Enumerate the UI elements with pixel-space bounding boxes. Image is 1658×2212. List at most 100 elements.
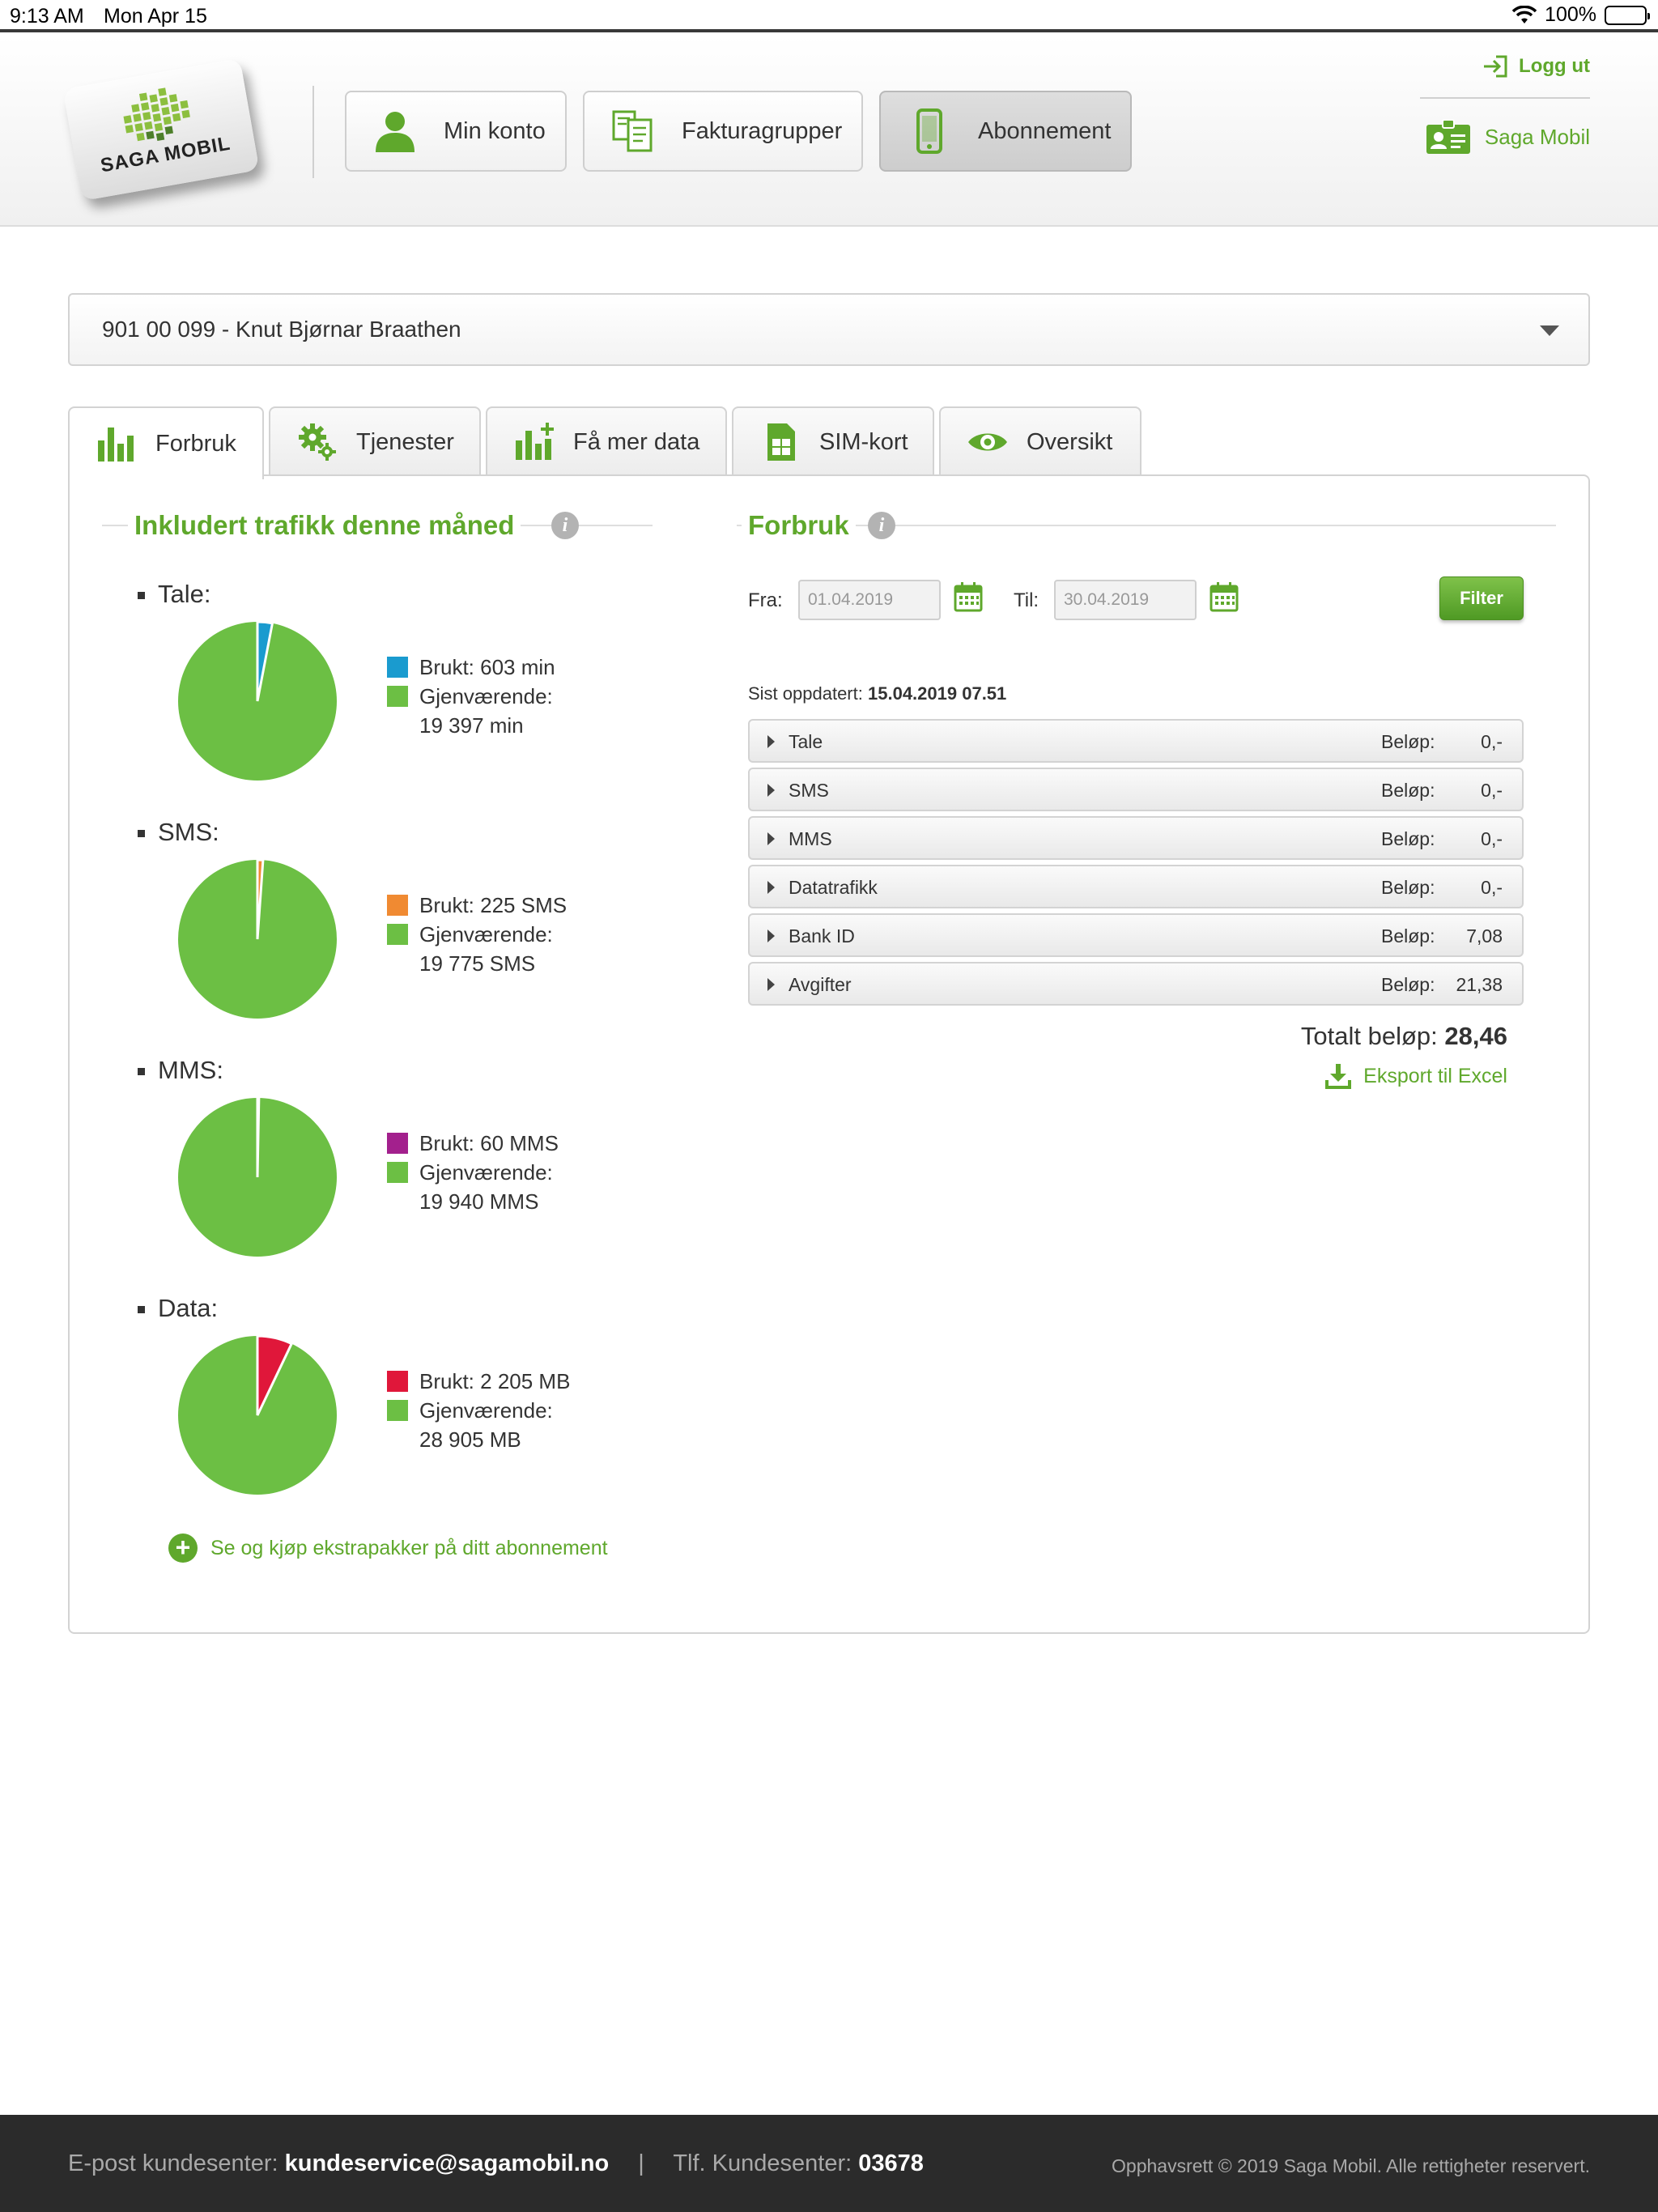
usage-mms-remaining: 19 940 MMS xyxy=(419,1189,539,1214)
logo-dots-graphic xyxy=(123,87,190,142)
cost-row-amount-label: Beløp: xyxy=(1381,877,1435,898)
phone-icon xyxy=(916,108,942,154)
nav-min-konto-button[interactable]: Min konto xyxy=(345,91,567,172)
tab-fa-mer-data[interactable]: Få mer data xyxy=(486,406,727,476)
documents-icon xyxy=(612,110,653,152)
included-title: Inkludert trafikk denne måned xyxy=(128,510,521,541)
triangle-right-icon xyxy=(767,832,775,845)
total-value: 28,46 xyxy=(1444,1022,1507,1050)
cost-row-mms[interactable]: MMS Beløp: 0,- xyxy=(748,816,1524,860)
footer-separator: | xyxy=(638,2150,644,2176)
to-date-input[interactable] xyxy=(1054,580,1197,620)
usage-sms-used: Brukt: 225 SMS xyxy=(419,893,568,917)
usage-data-label: Data: xyxy=(138,1294,218,1323)
footer-email-link[interactable]: kundeservice@sagamobil.no xyxy=(285,2150,610,2176)
cost-row-name: Avgifter xyxy=(789,974,852,995)
pie-used-slice xyxy=(256,1096,261,1178)
remaining-swatch xyxy=(387,686,408,707)
extra-packs-link[interactable]: + Se og kjøp ekstrapakker på ditt abonne… xyxy=(168,1534,608,1563)
account-label: Saga Mobil xyxy=(1484,124,1590,149)
person-icon xyxy=(376,112,414,152)
cost-row-name: Tale xyxy=(789,731,823,752)
footer: E-post kundesenter: kundeservice@sagamob… xyxy=(0,2115,1658,2212)
nav-fakturagrupper-label: Fakturagrupper xyxy=(682,117,843,144)
app-header: SAGA MOBIL Min konto Fakturagrupper Abon… xyxy=(0,36,1658,227)
usage-sms-remaining: 19 775 SMS xyxy=(419,951,536,976)
logout-icon xyxy=(1484,55,1507,78)
from-date-input[interactable] xyxy=(798,580,941,620)
logout-label: Logg ut xyxy=(1519,55,1590,77)
usage-data-remaining-label: Gjenværende: xyxy=(419,1398,553,1423)
tab-oversikt[interactable]: Oversikt xyxy=(939,406,1141,476)
usage-sms-legend: Brukt: 225 SMS Gjenværende: 19 775 SMS xyxy=(387,891,567,978)
extra-packs-label: Se og kjøp ekstrapakker på ditt abonneme… xyxy=(210,1536,608,1559)
cost-row-amount-label: Beløp: xyxy=(1381,828,1435,849)
cost-row-amount: 0,- xyxy=(1481,877,1503,898)
cost-row-name: Bank ID xyxy=(789,925,855,946)
plus-circle-icon: + xyxy=(168,1534,198,1563)
remaining-swatch xyxy=(387,1400,408,1421)
cost-row-tale[interactable]: Tale Beløp: 0,- xyxy=(748,719,1524,763)
filter-button[interactable]: Filter xyxy=(1439,576,1524,620)
usage-mms-label: MMS: xyxy=(138,1056,223,1085)
cost-row-amount: 7,08 xyxy=(1466,925,1503,946)
status-date: Mon Apr 15 xyxy=(104,5,207,28)
subscription-selected-value: 901 00 099 - Knut Bjørnar Braathen xyxy=(102,317,461,342)
used-swatch xyxy=(387,1133,408,1154)
tab-forbruk[interactable]: Forbruk xyxy=(68,406,264,479)
cost-row-amount: 0,- xyxy=(1481,780,1503,801)
calendar-icon[interactable] xyxy=(1209,581,1239,612)
subscription-select[interactable]: 901 00 099 - Knut Bjørnar Braathen xyxy=(68,293,1590,366)
footer-phone-label: Tlf. Kundesenter: xyxy=(673,2150,852,2176)
triangle-right-icon xyxy=(767,735,775,748)
usage-tale-used: Brukt: 603 min xyxy=(419,655,555,679)
usage-sms-remaining-label: Gjenværende: xyxy=(419,922,553,946)
tab-sim-kort[interactable]: SIM-kort xyxy=(732,406,934,476)
usage-tale-remaining-label: Gjenværende: xyxy=(419,684,553,708)
remaining-swatch xyxy=(387,924,408,945)
export-excel-link[interactable]: Eksport til Excel xyxy=(1324,1062,1507,1090)
nav-fakturagrupper-button[interactable]: Fakturagrupper xyxy=(583,91,863,172)
calendar-icon[interactable] xyxy=(954,581,983,612)
nav-min-konto-label: Min konto xyxy=(444,117,546,144)
triangle-right-icon xyxy=(767,929,775,942)
cost-row-amount-label: Beløp: xyxy=(1381,925,1435,946)
tab-tjenester-label: Tjenester xyxy=(356,428,454,455)
eye-icon xyxy=(968,433,1007,451)
usage-info-icon[interactable]: i xyxy=(868,512,895,539)
tab-tjenester[interactable]: Tjenester xyxy=(269,406,481,476)
to-label: Til: xyxy=(1014,589,1039,611)
status-right: 100% xyxy=(1512,3,1650,27)
included-info-icon[interactable]: i xyxy=(551,512,579,539)
account-link[interactable]: Saga Mobil xyxy=(1425,118,1590,155)
bar-chart-plus-icon xyxy=(516,423,554,460)
remaining-swatch xyxy=(387,1162,408,1183)
used-swatch xyxy=(387,1371,408,1392)
tab-forbruk-label: Forbruk xyxy=(155,430,236,457)
nav-abonnement-button[interactable]: Abonnement xyxy=(879,91,1132,172)
usage-tale-remaining: 19 397 min xyxy=(419,713,524,738)
usage-data-pie xyxy=(178,1334,337,1495)
status-bar: 9:13 AM Mon Apr 15 100% xyxy=(0,0,1658,32)
bar-chart-icon xyxy=(98,428,134,462)
usage-sms-label: SMS: xyxy=(138,818,219,847)
last-updated-value: 15.04.2019 07.51 xyxy=(868,683,1007,704)
total-amount: Totalt beløp: 28,46 xyxy=(1301,1022,1507,1051)
id-card-icon xyxy=(1426,119,1470,154)
usage-sms-pie xyxy=(178,858,337,1019)
total-label: Totalt beløp: xyxy=(1300,1022,1438,1050)
cost-row-amount-label: Beløp: xyxy=(1381,780,1435,801)
sim-card-icon xyxy=(767,423,795,461)
battery-icon xyxy=(1605,5,1650,25)
cost-row-bank-id[interactable]: Bank ID Beløp: 7,08 xyxy=(748,913,1524,957)
last-updated-label: Sist oppdatert: xyxy=(748,683,863,704)
usage-tale-label: Tale: xyxy=(138,580,210,609)
cost-row-avgifter[interactable]: Avgifter Beløp: 21,38 xyxy=(748,962,1524,1006)
usage-mms-remaining-label: Gjenværende: xyxy=(419,1160,553,1185)
cost-row-sms[interactable]: SMS Beløp: 0,- xyxy=(748,768,1524,811)
usage-data-remaining: 28 905 MB xyxy=(419,1427,521,1452)
saga-mobil-logo[interactable]: SAGA MOBIL xyxy=(62,57,260,202)
usage-data-legend: Brukt: 2 205 MB Gjenværende: 28 905 MB xyxy=(387,1367,570,1454)
cost-row-datatrafikk[interactable]: Datatrafikk Beløp: 0,- xyxy=(748,865,1524,908)
logout-link[interactable]: Logg ut xyxy=(1482,53,1590,79)
